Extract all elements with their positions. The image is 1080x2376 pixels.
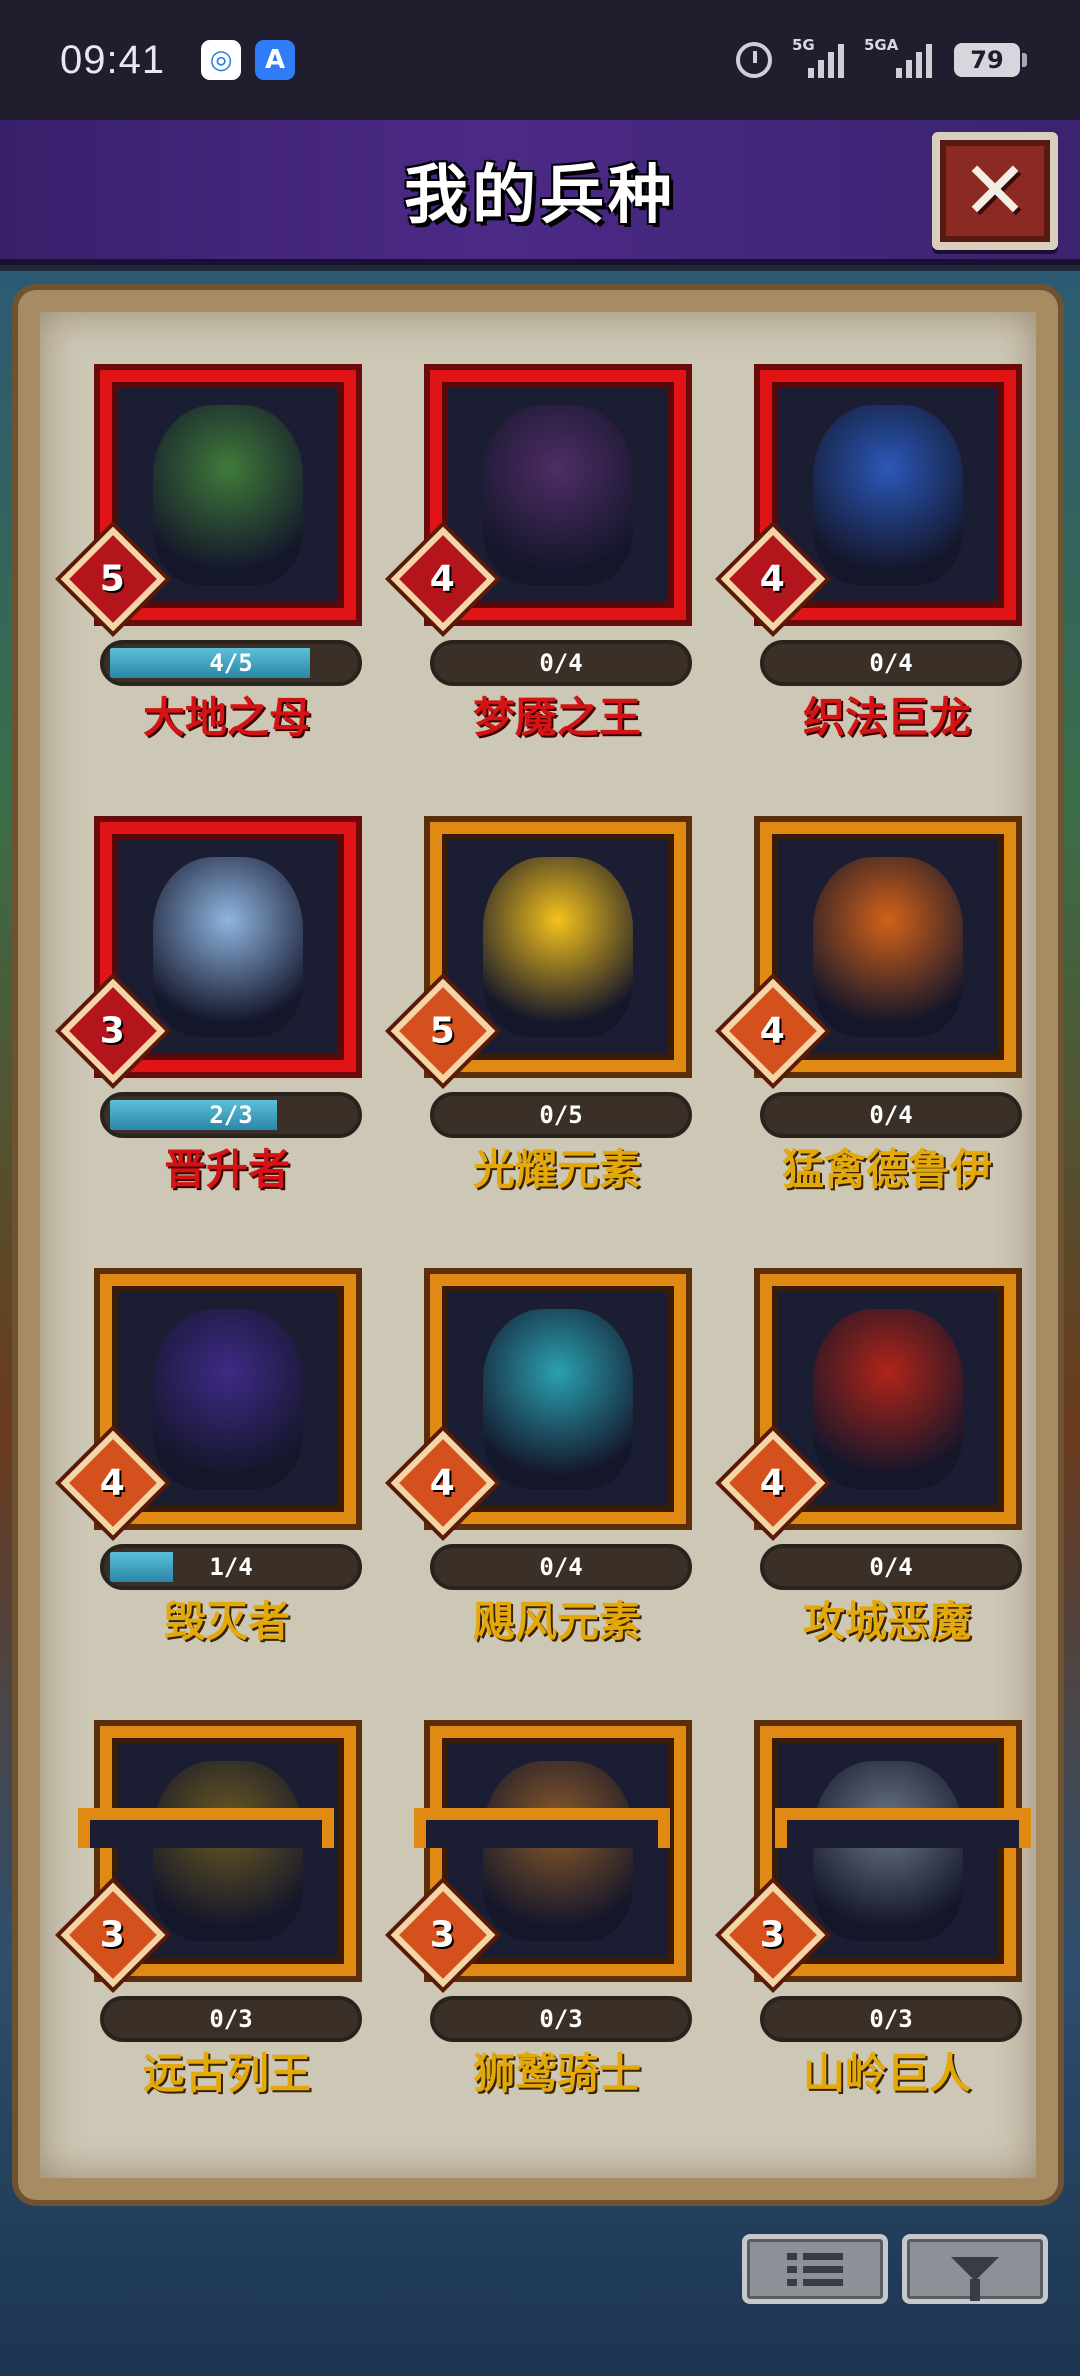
progress-bar: 2/3 bbox=[100, 1092, 362, 1138]
level-value: 3 bbox=[430, 1914, 456, 1956]
unit-name: 织法巨龙 bbox=[802, 693, 971, 742]
progress-text: 0/4 bbox=[869, 1553, 913, 1581]
unit-card[interactable]: 4 1/4 毁灭者 bbox=[60, 1246, 392, 1698]
progress-bar: 0/4 bbox=[430, 1544, 692, 1590]
progress-text: 0/4 bbox=[869, 649, 913, 677]
unit-art-icon bbox=[483, 1761, 633, 1941]
unit-art-icon bbox=[483, 405, 633, 585]
level-value: 4 bbox=[760, 1462, 786, 1504]
progress-bar: 0/3 bbox=[100, 1996, 362, 2042]
unit-grid: 5 4/5 大地之母 4 0/4 梦魇之王 4 0/4 织法巨龙 3 2/3 晋… bbox=[60, 342, 1036, 2150]
progress-text: 4/5 bbox=[209, 649, 253, 677]
level-value: 4 bbox=[430, 1462, 456, 1504]
unit-card[interactable]: 3 0/3 山岭巨人 bbox=[720, 1698, 1036, 2150]
progress-bar: 0/4 bbox=[430, 640, 692, 686]
progress-bar: 4/5 bbox=[100, 640, 362, 686]
unit-name: 狮鹫骑士 bbox=[472, 2049, 641, 2098]
level-value: 4 bbox=[760, 558, 786, 600]
unit-name: 远古列王 bbox=[142, 2049, 311, 2098]
unit-name: 光耀元素 bbox=[472, 1145, 641, 1194]
battery-icon: 79 bbox=[954, 43, 1027, 77]
level-value: 3 bbox=[100, 1010, 126, 1052]
status-time: 09:41 bbox=[60, 37, 166, 82]
unit-card-peek[interactable] bbox=[414, 1808, 670, 1848]
unit-card-peek[interactable] bbox=[78, 1808, 334, 1848]
unit-card[interactable]: 5 4/5 大地之母 bbox=[60, 342, 392, 794]
alarm-icon bbox=[736, 42, 772, 78]
progress-text: 1/4 bbox=[209, 1553, 253, 1581]
signal-icon: 5G bbox=[792, 36, 844, 78]
level-value: 3 bbox=[760, 1914, 786, 1956]
unit-name: 晋升者 bbox=[163, 1145, 290, 1194]
unit-art-icon bbox=[153, 405, 303, 585]
filter-icon bbox=[951, 2257, 999, 2301]
unit-card[interactable]: 4 0/4 织法巨龙 bbox=[720, 342, 1036, 794]
progress-text: 0/3 bbox=[869, 2005, 913, 2033]
list-icon bbox=[787, 2252, 843, 2286]
app-notification-icon: ◎ bbox=[201, 40, 242, 80]
unit-name: 飓风元素 bbox=[472, 1597, 641, 1646]
unit-art-icon bbox=[813, 1761, 963, 1941]
unit-card[interactable]: 4 0/4 飓风元素 bbox=[390, 1246, 722, 1698]
unit-card[interactable]: 4 0/4 梦魇之王 bbox=[390, 342, 722, 794]
status-bar: 09:41 ◎ A 5G 5GA 79 bbox=[0, 0, 1080, 120]
signal-label-2: 5GA bbox=[864, 36, 899, 54]
level-value: 4 bbox=[760, 1010, 786, 1052]
unit-name: 梦魇之王 bbox=[472, 693, 641, 742]
unit-art-icon bbox=[813, 857, 963, 1037]
level-value: 5 bbox=[100, 558, 126, 600]
unit-name: 猛禽德鲁伊 bbox=[781, 1145, 992, 1194]
close-icon: ✕ bbox=[961, 144, 1029, 237]
unit-card[interactable]: 3 0/3 远古列王 bbox=[60, 1698, 392, 2150]
unit-name: 山岭巨人 bbox=[802, 2049, 971, 2098]
progress-text: 0/5 bbox=[539, 1101, 583, 1129]
unit-art-icon bbox=[153, 1309, 303, 1489]
unit-card[interactable]: 4 0/4 攻城恶魔 bbox=[720, 1246, 1036, 1698]
page-title: 我的兵种 bbox=[404, 158, 676, 233]
unit-art-icon bbox=[483, 857, 633, 1037]
unit-card-peek[interactable] bbox=[775, 1808, 1031, 1848]
list-view-button[interactable] bbox=[742, 2234, 888, 2304]
unit-name: 攻城恶魔 bbox=[802, 1597, 971, 1646]
progress-bar: 0/3 bbox=[430, 1996, 692, 2042]
progress-text: 0/3 bbox=[539, 2005, 583, 2033]
signal-label: 5G bbox=[792, 36, 815, 54]
progress-text: 0/4 bbox=[539, 1553, 583, 1581]
app-notification-icon-2: A bbox=[255, 40, 296, 80]
level-value: 3 bbox=[100, 1914, 126, 1956]
level-value: 4 bbox=[100, 1462, 126, 1504]
unit-name: 毁灭者 bbox=[163, 1597, 290, 1646]
page-header: 我的兵种 ✕ bbox=[0, 120, 1080, 265]
filter-button[interactable] bbox=[902, 2234, 1048, 2304]
unit-art-icon bbox=[153, 857, 303, 1037]
progress-text: 0/4 bbox=[539, 649, 583, 677]
unit-name: 大地之母 bbox=[142, 693, 311, 742]
unit-card[interactable]: 3 2/3 晋升者 bbox=[60, 794, 392, 1246]
unit-card[interactable]: 5 0/5 光耀元素 bbox=[390, 794, 722, 1246]
progress-text: 2/3 bbox=[209, 1101, 253, 1129]
progress-bar: 0/4 bbox=[760, 1544, 1022, 1590]
progress-bar: 0/3 bbox=[760, 1996, 1022, 2042]
progress-text: 0/3 bbox=[209, 2005, 253, 2033]
unit-art-icon bbox=[813, 405, 963, 585]
unit-art-icon bbox=[813, 1309, 963, 1489]
close-button[interactable]: ✕ bbox=[932, 132, 1058, 250]
progress-bar: 0/4 bbox=[760, 1092, 1022, 1138]
unit-card[interactable]: 3 0/3 狮鹫骑士 bbox=[390, 1698, 722, 2150]
progress-bar: 0/4 bbox=[760, 640, 1022, 686]
progress-bar: 1/4 bbox=[100, 1544, 362, 1590]
progress-bar: 0/5 bbox=[430, 1092, 692, 1138]
unit-list-panel[interactable]: 5 4/5 大地之母 4 0/4 梦魇之王 4 0/4 织法巨龙 3 2/3 晋… bbox=[18, 290, 1058, 2200]
level-value: 4 bbox=[430, 558, 456, 600]
level-value: 5 bbox=[430, 1010, 456, 1052]
unit-art-icon bbox=[483, 1309, 633, 1489]
progress-text: 0/4 bbox=[869, 1101, 913, 1129]
signal-icon-2: 5GA bbox=[864, 36, 932, 78]
unit-card[interactable]: 4 0/4 猛禽德鲁伊 bbox=[720, 794, 1036, 1246]
unit-art-icon bbox=[153, 1761, 303, 1941]
